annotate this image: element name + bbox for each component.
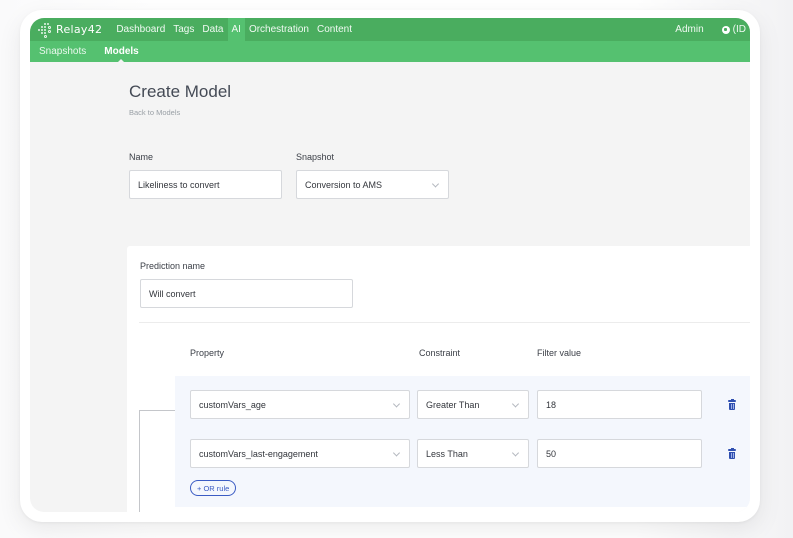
name-input[interactable]: Likeliness to convert bbox=[129, 170, 282, 199]
user-menu[interactable]: Admin bbox=[671, 18, 707, 41]
nav-data[interactable]: Data bbox=[198, 18, 227, 41]
filter-value-header: Filter value bbox=[537, 348, 582, 358]
prediction-name-label: Prediction name bbox=[140, 261, 206, 271]
snapshot-label: Snapshot bbox=[296, 152, 335, 162]
nav-ai[interactable]: AI bbox=[227, 18, 245, 41]
constraint-header: Constraint bbox=[419, 348, 461, 358]
nav-right: Admin (ID bbox=[671, 18, 750, 41]
property-value-2: customVars_last-engagement bbox=[199, 448, 318, 459]
nav-content[interactable]: Content bbox=[313, 18, 356, 41]
snapshot-select[interactable]: Conversion to AMS bbox=[296, 170, 449, 199]
constraint-select-1[interactable]: Greater Than bbox=[417, 390, 529, 419]
rule-group: customVars_age Greater Than 18 customVar… bbox=[175, 376, 750, 507]
relay42-logo-icon bbox=[38, 22, 54, 38]
app-window: Relay42 Dashboard Tags Data AI Orchestra… bbox=[30, 18, 750, 512]
chevron-down-icon bbox=[511, 448, 520, 457]
delete-rule-1-trash-icon[interactable] bbox=[728, 399, 736, 410]
constraint-value-2: Less Than bbox=[426, 448, 468, 459]
filter-value-2: 50 bbox=[546, 448, 557, 459]
brand-logo[interactable]: Relay42 bbox=[38, 18, 102, 41]
nav-dashboard[interactable]: Dashboard bbox=[112, 18, 169, 41]
property-select-2[interactable]: customVars_last-engagement bbox=[190, 439, 410, 468]
and-bracket-line bbox=[139, 410, 175, 512]
property-header: Property bbox=[190, 348, 225, 358]
prediction-name-input[interactable]: Will convert bbox=[140, 279, 353, 308]
delete-rule-2-trash-icon[interactable] bbox=[728, 448, 736, 459]
page-title: Create Model bbox=[129, 82, 232, 101]
main-content: Create Model Back to Models Name Likelin… bbox=[30, 62, 750, 512]
prediction-panel: Prediction name Will convert Property Co… bbox=[127, 246, 750, 512]
filter-value-input-1[interactable]: 18 bbox=[537, 390, 702, 419]
name-input-value: Likeliness to convert bbox=[138, 179, 220, 190]
brand-name: Relay42 bbox=[56, 23, 103, 36]
chevron-down-icon bbox=[431, 179, 440, 188]
chevron-down-icon bbox=[511, 399, 520, 408]
add-or-rule-button[interactable]: + OR rule bbox=[190, 480, 237, 496]
back-to-models-link[interactable]: Back to Models bbox=[129, 108, 180, 117]
constraint-select-2[interactable]: Less Than bbox=[417, 439, 529, 468]
nav-orchestration[interactable]: Orchestration bbox=[245, 18, 313, 41]
chevron-down-icon bbox=[392, 399, 401, 408]
globe-icon bbox=[721, 25, 730, 34]
nav-tags[interactable]: Tags bbox=[169, 18, 198, 41]
sub-navigation: Snapshots Models bbox=[30, 41, 750, 63]
chevron-down-icon bbox=[392, 448, 401, 457]
constraint-value-1: Greater Than bbox=[426, 399, 480, 410]
filter-value-input-2[interactable]: 50 bbox=[537, 439, 702, 468]
top-navigation: Relay42 Dashboard Tags Data AI Orchestra… bbox=[30, 18, 750, 41]
name-label: Name bbox=[129, 152, 154, 162]
subnav-models[interactable]: Models bbox=[95, 41, 147, 63]
subnav-snapshots[interactable]: Snapshots bbox=[30, 41, 95, 62]
site-selector[interactable]: (ID bbox=[733, 18, 750, 41]
prediction-name-value: Will convert bbox=[149, 288, 196, 299]
property-value-1: customVars_age bbox=[199, 399, 266, 410]
property-select-1[interactable]: customVars_age bbox=[190, 390, 410, 419]
filter-value-1: 18 bbox=[546, 399, 557, 410]
snapshot-select-value: Conversion to AMS bbox=[305, 179, 383, 190]
divider bbox=[139, 322, 750, 323]
